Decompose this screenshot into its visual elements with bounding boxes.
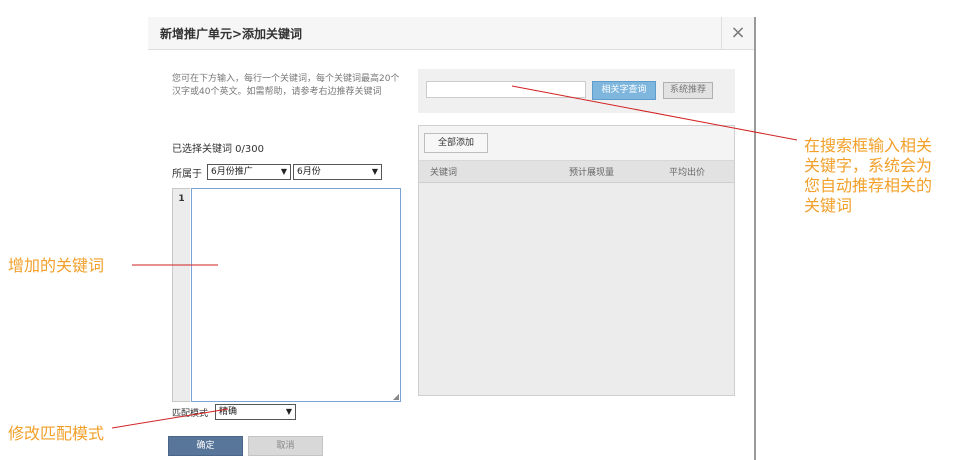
annotation-added-keywords: 增加的关键词 — [8, 256, 105, 275]
match-mode-pointer — [111, 408, 229, 429]
annotation-arrows — [111, 85, 798, 429]
annotation-match-mode: 修改匹配模式 — [8, 424, 105, 443]
search-tip-pointer — [511, 85, 798, 141]
annotation-search-tip: 在搜索框输入相关关键字，系统会为您自动推荐相关的关键词 — [804, 136, 933, 215]
